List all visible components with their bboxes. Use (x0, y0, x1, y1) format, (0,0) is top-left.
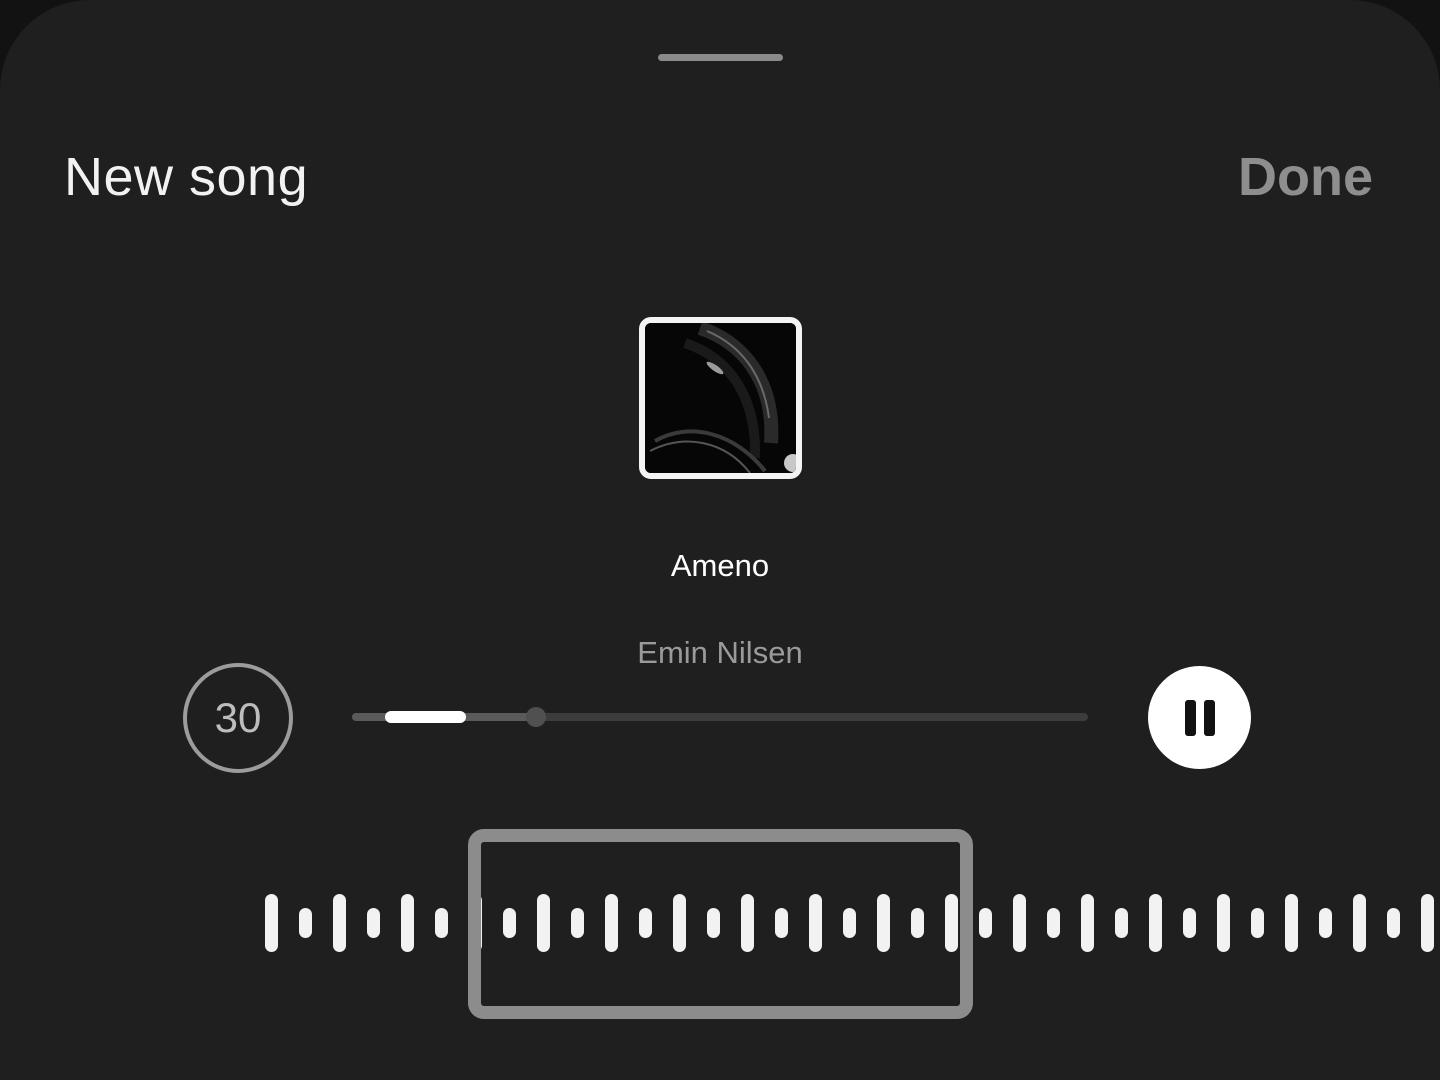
progress-selected-segment (385, 711, 467, 723)
progress-track[interactable] (352, 707, 1088, 727)
album-art-image (645, 323, 796, 473)
waveform-bar (1047, 908, 1060, 938)
waveform-bar (1319, 908, 1332, 938)
waveform-bar (265, 894, 278, 952)
waveform-bar (333, 894, 346, 952)
sheet-grabber[interactable] (658, 54, 783, 61)
waveform-bar (1285, 894, 1298, 952)
waveform-bar (1183, 908, 1196, 938)
new-song-sheet: New song Done Ameno Emin Nilsen 30 (0, 0, 1440, 1080)
waveform-bar (367, 908, 380, 938)
artist-name: Emin Nilsen (637, 635, 803, 670)
waveform-bar (401, 894, 414, 952)
waveform-bar (435, 908, 448, 938)
waveform-bar (1149, 894, 1162, 952)
done-button[interactable]: Done (1238, 146, 1373, 208)
clip-selection-window[interactable] (468, 829, 973, 1019)
pause-icon (1184, 699, 1215, 736)
waveform-bar (299, 908, 312, 938)
waveform-bar (1115, 908, 1128, 938)
album-art (639, 317, 802, 479)
waveform-bar (1251, 908, 1264, 938)
page-title: New song (64, 147, 309, 207)
waveform-bar (1217, 894, 1230, 952)
waveform-bar (1013, 894, 1026, 952)
waveform-bar (1421, 894, 1434, 952)
duration-label: 30 (214, 694, 262, 741)
waveform-bar (1353, 894, 1366, 952)
waveform-bar (979, 908, 992, 938)
pause-button[interactable] (1148, 666, 1251, 769)
duration-button[interactable]: 30 (183, 663, 293, 773)
waveform-bar (1387, 908, 1400, 938)
song-title: Ameno (670, 548, 770, 583)
waveform-bar (1081, 894, 1094, 952)
progress-knob[interactable] (526, 707, 546, 727)
